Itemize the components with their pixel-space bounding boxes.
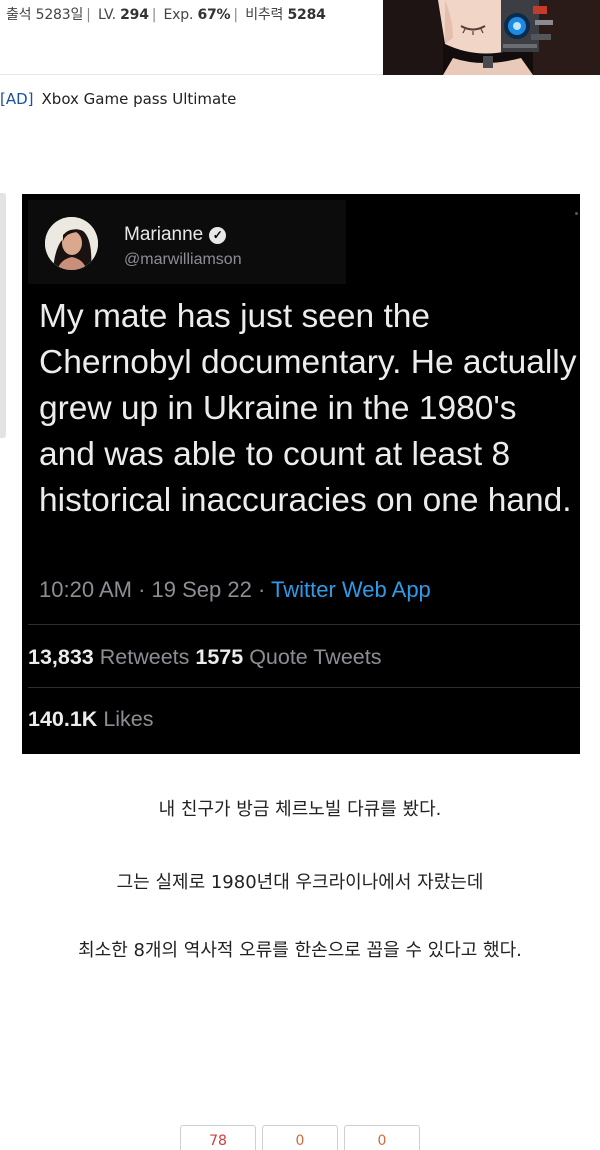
likes-label: Likes — [103, 707, 154, 731]
ratio-label: 비추력 — [245, 7, 284, 23]
level-label: LV. — [97, 7, 116, 23]
tweet-author-handle: @marwilliamson — [124, 251, 242, 268]
tweet-dot — [575, 212, 578, 215]
tweet-author-name: Marianne ✓ — [124, 224, 227, 246]
tweet-body: My mate has just seen the Chernobyl docu… — [39, 298, 577, 519]
report-count: 0 — [377, 1133, 387, 1149]
tweet-likes: 140.1K Likes — [28, 707, 154, 732]
tweet-profile: Marianne ✓ @marwilliamson — [28, 200, 346, 284]
quotes-label: Quote Tweets — [249, 645, 382, 669]
tweet-meta: 10:20 AM · 19 Sep 22 · Twitter Web App — [39, 577, 431, 603]
tweet-screenshot: Marianne ✓ @marwilliamson My mate has jus… — [22, 194, 580, 754]
user-stats: 출석 5283일 | LV. 294 | Exp. 67% | 비추력 5284 — [6, 4, 326, 24]
downvote-count: 0 — [295, 1133, 305, 1149]
divider — [28, 624, 580, 625]
downvote-button[interactable]: 0 — [262, 1125, 338, 1150]
tweet-engagement: 13,833 Retweets 1575 Quote Tweets — [28, 645, 381, 670]
tweet-source: Twitter Web App — [271, 577, 431, 602]
android-avatar-image — [383, 0, 600, 75]
upvote-count: 78 — [209, 1133, 227, 1149]
translation-line: 내 친구가 방금 체르노빌 다큐를 봤다. — [158, 799, 442, 820]
ad-banner[interactable]: [AD] Xbox Game pass Ultimate — [0, 90, 236, 108]
retweets-label: Retweets — [99, 645, 190, 669]
scroll-edge — [0, 193, 6, 438]
profile-picture — [45, 217, 98, 270]
tweet-time: 10:20 AM — [39, 577, 132, 602]
author-name-text: Marianne — [124, 224, 204, 245]
exp-value: 67% — [197, 7, 231, 23]
translation-line: 그는 실제로 1980년대 우크라이나에서 자랐는데 — [116, 872, 484, 893]
divider — [28, 687, 580, 688]
quotes-count: 1575 — [195, 645, 244, 669]
translation-line: 최소한 8개의 역사적 오류를 한손으로 꼽을 수 있다고 했다. — [78, 940, 522, 961]
tweet-date: 19 Sep 22 — [151, 577, 252, 602]
divider: | — [151, 7, 157, 23]
profile-photo-image — [45, 217, 98, 270]
attendance-value: 5283일 — [35, 7, 84, 23]
divider: | — [233, 7, 238, 23]
user-info-bar: 출석 5283일 | LV. 294 | Exp. 67% | 비추력 5284 — [0, 0, 600, 75]
retweets-count: 13,833 — [28, 645, 94, 669]
likes-count: 140.1K — [28, 707, 98, 731]
report-button[interactable]: 0 — [344, 1125, 420, 1150]
ad-text[interactable]: Xbox Game pass Ultimate — [42, 90, 237, 108]
ratio-value: 5284 — [287, 7, 326, 23]
meta-separator: · — [257, 577, 266, 602]
upvote-button[interactable]: 78 — [180, 1125, 256, 1150]
ad-tag: [AD] — [0, 90, 34, 108]
level-value: 294 — [120, 7, 149, 23]
attendance-label: 출석 — [6, 7, 32, 23]
divider: | — [86, 7, 91, 23]
verified-icon: ✓ — [209, 227, 227, 244]
meta-separator: · — [138, 577, 146, 602]
exp-label: Exp. — [163, 7, 194, 23]
user-avatar-banner[interactable] — [383, 0, 600, 75]
